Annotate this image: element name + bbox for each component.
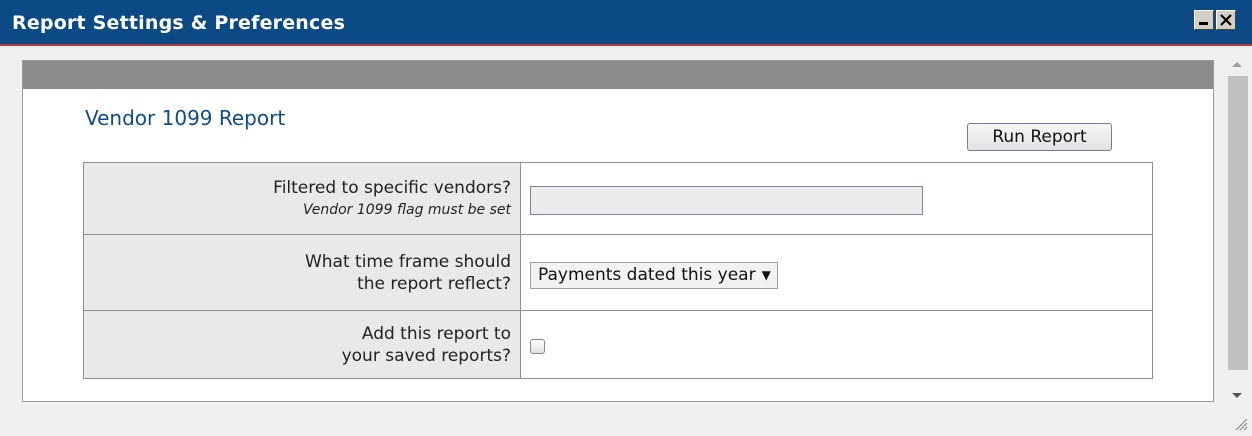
- save-report-label-line1: Add this report to: [361, 323, 511, 344]
- vertical-scrollbar[interactable]: [1228, 46, 1248, 402]
- settings-table: Filtered to specific vendors? Vendor 109…: [83, 162, 1153, 379]
- run-report-button[interactable]: Run Report: [967, 123, 1112, 151]
- vendor-filter-input[interactable]: [530, 186, 923, 215]
- save-report-value-cell: [520, 310, 1153, 379]
- report-title: Vendor 1099 Report: [85, 106, 286, 130]
- scroll-down-icon[interactable]: [1232, 393, 1242, 398]
- window-content: Vendor 1099 Report Run Report Filtered t…: [0, 46, 1252, 436]
- save-report-checkbox[interactable]: [530, 339, 545, 354]
- table-row: Add this report to your saved reports?: [83, 310, 1153, 379]
- time-frame-label-line2: the report reflect?: [357, 273, 511, 294]
- table-row: What time frame should the report reflec…: [83, 234, 1153, 311]
- time-frame-value-cell: Payments dated this year ▼: [520, 234, 1153, 311]
- report-panel: Vendor 1099 Report Run Report Filtered t…: [22, 60, 1214, 402]
- scroll-up-icon[interactable]: [1232, 62, 1242, 67]
- time-frame-selected-value: Payments dated this year: [538, 265, 756, 285]
- vendor-filter-hint: Vendor 1099 flag must be set: [302, 201, 511, 218]
- scroll-thumb[interactable]: [1228, 76, 1248, 370]
- time-frame-label-cell: What time frame should the report reflec…: [83, 234, 521, 311]
- vendor-filter-label-cell: Filtered to specific vendors? Vendor 109…: [83, 162, 521, 235]
- close-icon[interactable]: [1216, 10, 1236, 30]
- vendor-filter-value-cell: [520, 162, 1153, 235]
- minimize-icon[interactable]: [1194, 10, 1214, 30]
- save-report-label-cell: Add this report to your saved reports?: [83, 310, 521, 379]
- save-report-label-line2: your saved reports?: [341, 345, 511, 366]
- window-title: Report Settings & Preferences: [12, 12, 346, 34]
- vendor-filter-label: Filtered to specific vendors?: [273, 177, 511, 198]
- time-frame-select[interactable]: Payments dated this year ▼: [530, 262, 778, 289]
- time-frame-label-line1: What time frame should: [304, 251, 511, 272]
- resize-grip-icon[interactable]: [1232, 415, 1248, 431]
- chevron-down-icon: ▼: [761, 268, 771, 282]
- panel-header-bar: [23, 61, 1213, 89]
- table-row: Filtered to specific vendors? Vendor 109…: [83, 162, 1153, 235]
- title-bar: Report Settings & Preferences: [0, 0, 1252, 46]
